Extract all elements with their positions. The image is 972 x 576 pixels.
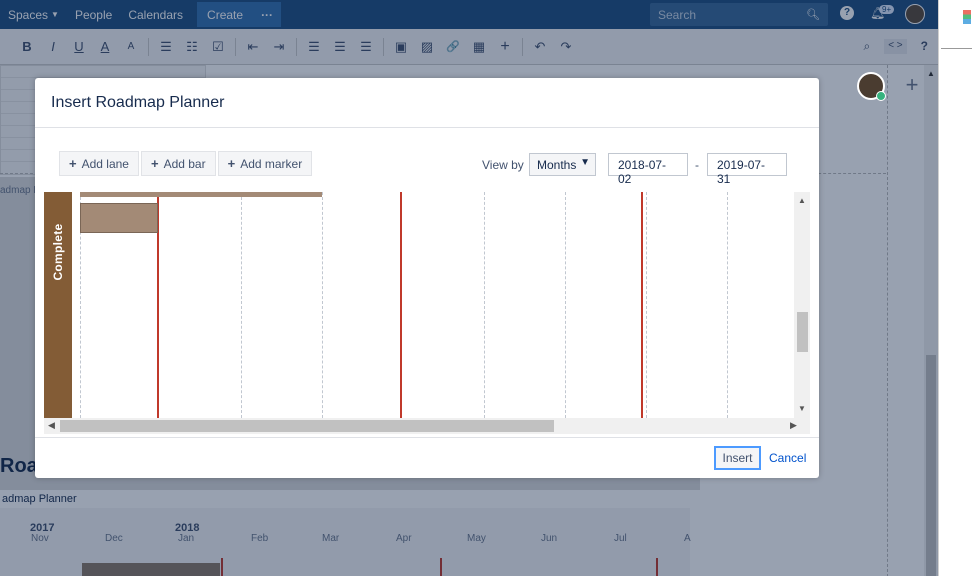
divider	[941, 48, 972, 49]
plus-icon: +	[150, 156, 159, 171]
gridline	[241, 192, 242, 418]
scroll-right-icon[interactable]: ▶	[790, 420, 797, 431]
marker-line[interactable]	[400, 192, 402, 418]
add-bar-label: Add bar	[163, 156, 206, 171]
scrollbar-thumb[interactable]	[60, 420, 554, 432]
scroll-up-icon[interactable]: ▲	[798, 196, 806, 205]
scrollbar-thumb[interactable]	[797, 312, 808, 352]
gridline	[727, 192, 728, 418]
dialog-footer: Insert Cancel	[35, 437, 819, 478]
marker-line[interactable]	[641, 192, 643, 418]
online-status-icon	[876, 91, 886, 101]
scroll-left-icon[interactable]: ◀	[48, 420, 55, 431]
gridline	[322, 192, 323, 418]
roadmap-bar[interactable]	[80, 192, 322, 197]
end-date-input[interactable]: 2019-07-31	[707, 153, 787, 186]
add-collaborator-icon: +	[905, 72, 919, 97]
add-marker-label: Add marker	[240, 156, 303, 171]
horizontal-scrollbar[interactable]: ◀ ▶	[44, 418, 810, 434]
dropdown-caret-icon: ▼	[580, 157, 590, 168]
view-by-select[interactable]: Months ▼	[529, 153, 596, 176]
vertical-scrollbar[interactable]: ▲ ▼	[794, 192, 810, 418]
cancel-link[interactable]: Cancel	[769, 451, 806, 465]
insert-roadmap-dialog: Insert Roadmap Planner + Add lane + Add …	[35, 78, 819, 478]
date-separator: -	[695, 158, 699, 172]
dialog-title: Insert Roadmap Planner	[35, 78, 819, 128]
gridline	[484, 192, 485, 418]
right-edge-panel	[938, 0, 972, 576]
view-by-label: View by	[482, 158, 524, 172]
lane-label: Complete	[51, 223, 65, 281]
add-lane-button[interactable]: + Add lane	[59, 151, 139, 176]
plus-icon: +	[227, 156, 236, 171]
lane-header[interactable]: Complete	[44, 192, 72, 418]
start-date-input[interactable]: 2018-07-02	[608, 153, 688, 186]
insert-button[interactable]: Insert	[714, 446, 761, 470]
add-bar-button[interactable]: + Add bar	[140, 151, 216, 176]
plus-icon: +	[69, 156, 77, 171]
gridline	[646, 192, 647, 418]
scroll-down-icon[interactable]: ▼	[798, 404, 806, 413]
roadmap-toolbar: + Add lane + Add bar + Add marker	[59, 151, 313, 176]
roadmap-bar[interactable]	[80, 203, 158, 233]
app-switcher-icon[interactable]	[963, 10, 971, 24]
view-by-value: Months	[537, 158, 577, 172]
roadmap-canvas[interactable]: Complete	[44, 192, 810, 436]
add-lane-label: Add lane	[81, 156, 129, 171]
add-marker-button[interactable]: + Add marker	[217, 151, 313, 176]
gridline	[565, 192, 566, 418]
